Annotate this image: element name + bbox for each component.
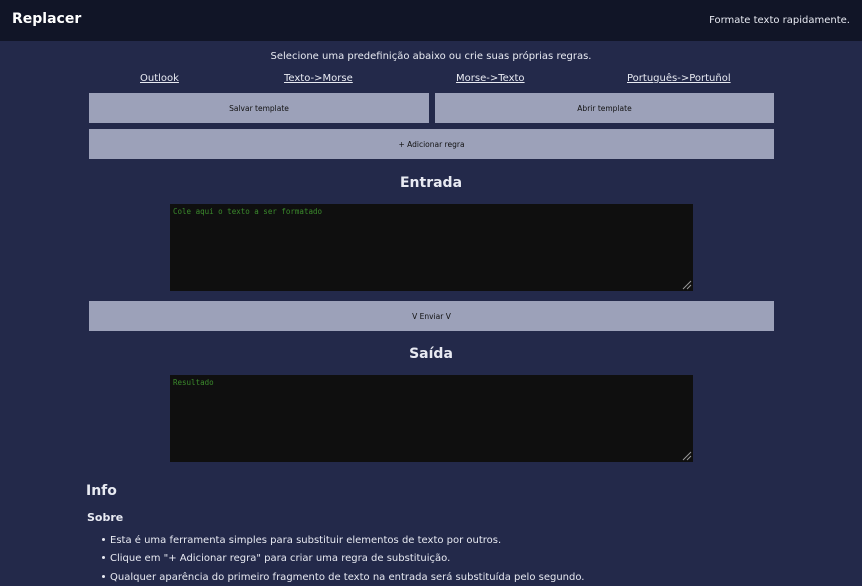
list-item: Qualquer aparência do primeiro fragmento…: [102, 572, 584, 583]
add-rule-button[interactable]: + Adicionar regra: [89, 129, 774, 159]
output-heading: Saída: [409, 346, 453, 362]
list-item-text: Esta é uma ferramenta simples para subst…: [110, 535, 502, 546]
about-heading: Sobre: [87, 511, 124, 524]
input-placeholder: Cole aqui o texto a ser formatado: [173, 207, 323, 216]
bullet-icon: [102, 574, 105, 578]
input-textarea[interactable]: Cole aqui o texto a ser formatado: [170, 204, 693, 291]
send-button[interactable]: V Enviar V: [89, 301, 774, 331]
preset-link-morse-texto[interactable]: Morse->Texto: [456, 73, 525, 84]
preset-link-texto-morse[interactable]: Texto->Morse: [284, 73, 353, 84]
preset-link-portugues-portunol[interactable]: Português->Portuñol: [627, 73, 731, 84]
bullet-icon: [102, 555, 105, 559]
output-textarea[interactable]: Resultado: [170, 375, 693, 462]
list-item-text: Qualquer aparência do primeiro fragmento…: [110, 572, 585, 583]
app-title: Replacer: [12, 11, 82, 27]
list-item: Esta é uma ferramenta simples para subst…: [102, 535, 501, 546]
open-template-button[interactable]: Abrir template: [435, 93, 774, 123]
info-heading: Info: [86, 483, 117, 499]
save-template-button[interactable]: Salvar template: [89, 93, 429, 123]
list-item: Clique em "+ Adicionar regra" para criar…: [102, 553, 450, 564]
intro-text: Selecione uma predefinição abaixo ou cri…: [270, 51, 592, 62]
top-bar: Replacer Formate texto rapidamente.: [0, 0, 862, 41]
output-placeholder: Resultado: [173, 378, 214, 387]
bullet-icon: [102, 537, 105, 541]
resize-grip-icon[interactable]: [682, 280, 692, 290]
list-item-text: Clique em "+ Adicionar regra" para criar…: [110, 553, 451, 564]
resize-grip-icon[interactable]: [682, 451, 692, 461]
app-tagline: Formate texto rapidamente.: [709, 15, 850, 26]
input-heading: Entrada: [399, 175, 463, 191]
preset-link-outlook[interactable]: Outlook: [140, 73, 179, 84]
